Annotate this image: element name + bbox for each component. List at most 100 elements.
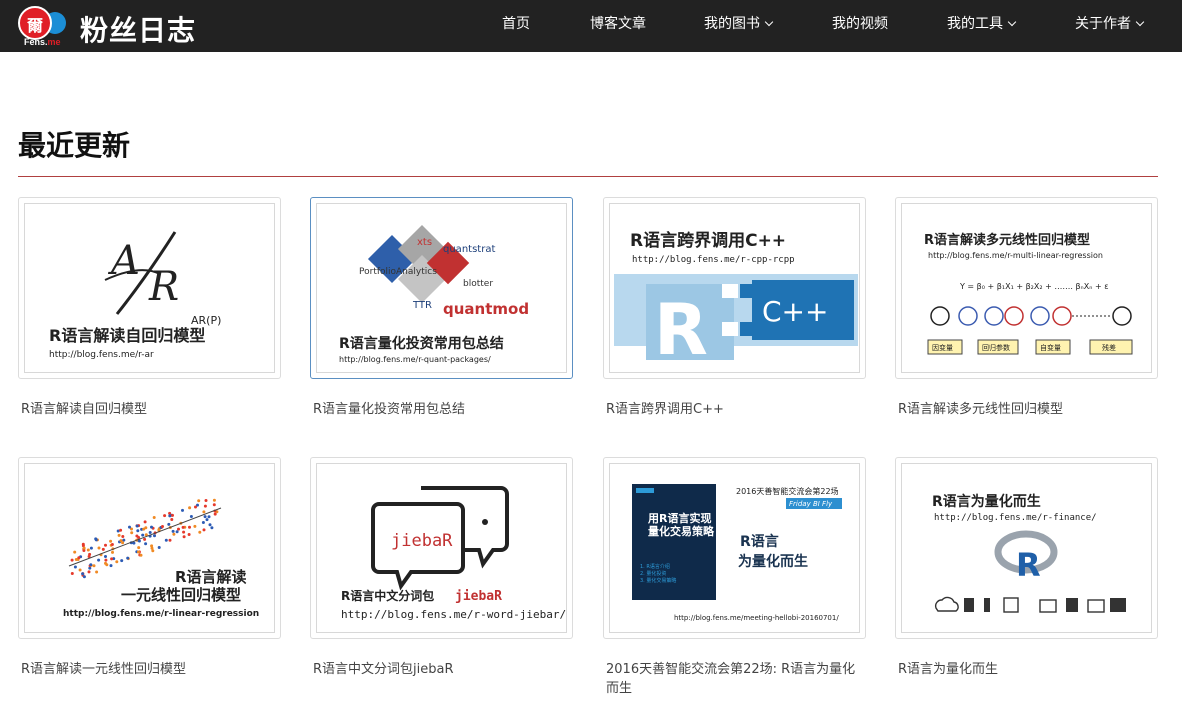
formula-node — [1112, 306, 1132, 326]
chevron-down-icon — [1135, 17, 1145, 27]
scatter-dot — [95, 570, 99, 574]
pkg-label: xts — [417, 237, 432, 248]
thumb-headline: R语言为量化而生 — [932, 493, 1041, 510]
nav-item-books[interactable]: 我的图书 — [704, 0, 774, 52]
poster-list-item: 2. 量化投资 — [640, 570, 666, 577]
post-card-meeting[interactable]: 用R语言实现 量化交易策略 1. R语言介绍 2. 量化投资 3. 量化交易策略… — [603, 457, 866, 639]
scatter-dot — [74, 558, 78, 561]
section-title: 最近更新 — [18, 129, 131, 162]
nav-item-tools[interactable]: 我的工具 — [947, 0, 1017, 52]
thumb-url: http://blog.fens.me/meeting-hellobi-2016… — [674, 614, 839, 622]
post-card-rcpp[interactable]: R语言跨界调用C++ http://blog.fens.me/r-cpp-rcp… — [603, 197, 866, 379]
scatter-dot — [163, 514, 167, 518]
post-thumbnail[interactable]: R语言解读多元线性回归模型 http://blog.fens.me/r-mult… — [901, 203, 1152, 373]
thumb-headline: 为量化而生 — [738, 553, 808, 570]
scatter-dot — [119, 539, 123, 543]
scatter-dot — [203, 515, 207, 519]
post-title-link[interactable]: R语言解读一元线性回归模型 — [21, 660, 281, 679]
scatter-dot — [88, 552, 92, 556]
post-thumbnail[interactable]: R语言解读 一元线性回归模型 http://blog.fens.me/r-lin… — [24, 463, 275, 633]
scatter-dot — [188, 506, 192, 510]
scatter-dot — [152, 516, 156, 519]
bubble-text: jiebaR — [391, 531, 453, 551]
post-title-link[interactable]: R语言量化投资常用包总结 — [313, 400, 573, 419]
post-thumbnail[interactable]: xts quantstrat PortfolioAnalytics blotte… — [316, 203, 567, 373]
poster-list-item: 1. R语言介绍 — [640, 563, 670, 570]
regression-line — [68, 507, 222, 567]
scatter-dot — [137, 546, 141, 550]
r-logo-letter: R — [1016, 546, 1041, 584]
scatter-dot — [148, 531, 152, 534]
site-logo[interactable]: 爾 Fens.me — [18, 6, 68, 48]
label-text: 自变量 — [1040, 343, 1061, 352]
poster-logo — [636, 488, 654, 493]
site-brand[interactable]: 粉丝日志 — [80, 9, 196, 49]
post-title-link[interactable]: R语言为量化而生 — [898, 660, 1158, 679]
scatter-dot — [182, 535, 186, 539]
post-thumbnail[interactable]: R语言为量化而生 http://blog.fens.me/r-finance/ … — [901, 463, 1152, 633]
scatter-dot — [202, 510, 206, 514]
post-card-ar[interactable]: A R AR(P) R语言解读自回归模型 http://blog.fens.me… — [18, 197, 281, 379]
scatter-dot — [202, 528, 206, 532]
thumb-headline: R语言解读 — [175, 568, 247, 586]
scatter-dot — [188, 525, 191, 529]
post-title-link[interactable]: 2016天善智能交流会第22场: R语言为量化而生 — [606, 660, 866, 698]
thumb-url: http://blog.fens.me/r-multi-linear-regre… — [928, 251, 1103, 260]
post-title-link[interactable]: R语言中文分词包jiebaR — [313, 660, 573, 679]
post-card-jiebar[interactable]: jiebaR R语言中文分词包 jiebaR http://blog.fens.… — [310, 457, 573, 639]
post-card-multi-linear-regression[interactable]: R语言解读多元线性回归模型 http://blog.fens.me/r-mult… — [895, 197, 1158, 379]
post-thumbnail[interactable]: A R AR(P) R语言解读自回归模型 http://blog.fens.me… — [24, 203, 275, 373]
scatter-dot — [115, 560, 119, 564]
scatter-dot — [210, 526, 214, 530]
nav-item-about[interactable]: 关于作者 — [1075, 0, 1145, 52]
thumb-formula: Y = β₀ + β₁X₁ + β₂X₂ + ……. βₙXₙ + ε — [959, 282, 1109, 291]
post-card-r-finance[interactable]: R语言为量化而生 http://blog.fens.me/r-finance/ … — [895, 457, 1158, 639]
scatter-dot — [77, 556, 81, 560]
post-card-quant-packages[interactable]: xts quantstrat PortfolioAnalytics blotte… — [310, 197, 573, 379]
scatter-dot — [104, 558, 108, 562]
scatter-dot — [182, 530, 186, 534]
post-title-link[interactable]: R语言解读自回归模型 — [21, 400, 281, 419]
scatter-dot — [181, 525, 185, 529]
scatter-dot — [170, 518, 174, 521]
post-thumbnail[interactable]: R语言跨界调用C++ http://blog.fens.me/r-cpp-rcp… — [609, 203, 860, 373]
pkg-label: PortfolioAnalytics — [359, 267, 437, 277]
thumb-headline: R语言解读自回归模型 — [49, 326, 205, 345]
scatter-dot — [137, 550, 140, 554]
bubble-dot — [482, 519, 488, 525]
nav-item-home[interactable]: 首页 — [502, 0, 530, 52]
poster-title: 用R语言实现 — [648, 511, 711, 525]
post-title-link[interactable]: R语言跨界调用C++ — [606, 400, 866, 419]
thumb-r-letter: R — [654, 289, 708, 371]
scatter-dot — [177, 527, 180, 531]
formula-node — [958, 306, 978, 326]
top-navbar: 爾 Fens.me 粉丝日志 首页 博客文章 我的图书 我的视频 我的工具 关于… — [0, 0, 1182, 52]
scatter-dot — [143, 520, 147, 524]
scatter-dot — [73, 550, 77, 554]
scatter-dot — [175, 530, 179, 534]
scatter-dot — [109, 539, 113, 543]
post-title-link[interactable]: R语言解读多元线性回归模型 — [898, 400, 1158, 419]
scatter-dot — [81, 572, 85, 576]
scatter-dot — [212, 498, 216, 502]
scatter-dot — [161, 525, 164, 528]
scatter-dot — [121, 535, 125, 538]
scatter-dot — [208, 523, 212, 527]
formula-node — [1004, 306, 1024, 326]
cloud-icon — [934, 596, 959, 612]
scatter-dot — [126, 556, 130, 560]
thumb-headline: 一元线性回归模型 — [121, 586, 241, 604]
scatter-dot — [181, 508, 184, 512]
scatter-dot — [97, 546, 101, 550]
post-card-linear-regression[interactable]: R语言解读 一元线性回归模型 http://blog.fens.me/r-lin… — [18, 457, 281, 639]
post-thumbnail[interactable]: 用R语言实现 量化交易策略 1. R语言介绍 2. 量化投资 3. 量化交易策略… — [609, 463, 860, 633]
scatter-dot — [207, 515, 211, 519]
logo-circle-icon: 爾 — [18, 6, 52, 40]
scatter-dot — [104, 561, 107, 565]
nav-item-blog[interactable]: 博客文章 — [590, 0, 646, 52]
post-thumbnail[interactable]: jiebaR R语言中文分词包 jiebaR http://blog.fens.… — [316, 463, 567, 633]
chip-icon — [1066, 598, 1078, 612]
thumb-headline: R语言 — [740, 533, 779, 550]
nav-item-videos[interactable]: 我的视频 — [832, 0, 888, 52]
scatter-dot — [101, 547, 105, 551]
